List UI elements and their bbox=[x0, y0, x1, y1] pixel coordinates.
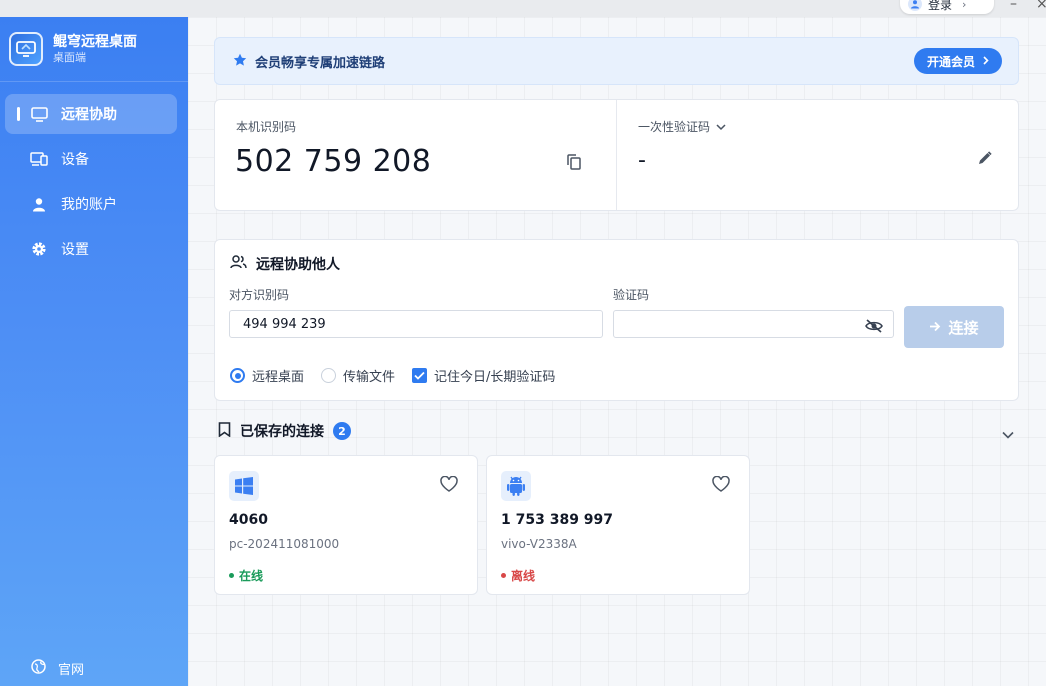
open-vip-button[interactable]: 开通会员 bbox=[913, 48, 1002, 74]
device-name: 1 753 389 997 bbox=[501, 512, 614, 528]
verify-code-label: 验证码 bbox=[613, 288, 650, 302]
otp-label: 一次性验证码 bbox=[638, 120, 711, 134]
connect-label: 连接 bbox=[948, 318, 979, 337]
sidebar-item-label: 我的账户 bbox=[61, 197, 117, 213]
saved-count-badge: 2 bbox=[333, 422, 351, 440]
local-id-value: 502 759 208 bbox=[235, 144, 432, 179]
bookmark-icon bbox=[218, 421, 231, 441]
website-label: 官网 bbox=[58, 663, 85, 678]
peer-id-label: 对方识别码 bbox=[229, 288, 290, 302]
remote-assist-card: 远程协助他人 对方识别码 494 994 239 验证码 连接 远程桌面 传输文 bbox=[214, 239, 1019, 401]
chevron-right-icon: › bbox=[962, 0, 967, 11]
local-id-card: 本机识别码 502 759 208 一次性验证码 - bbox=[214, 99, 1019, 211]
sidebar: 鲲穹远程桌面 桌面端 远程协助 设备 我的账户 设置 官网 bbox=[0, 17, 188, 686]
title-bar: 登录 › – × bbox=[0, 0, 1046, 17]
collapse-chevron-icon[interactable] bbox=[1002, 424, 1014, 443]
saved-device-card[interactable]: 1 753 389 997 vivo-V2338A 离线 bbox=[486, 455, 750, 595]
user-icon bbox=[30, 195, 48, 213]
device-name: 4060 bbox=[229, 512, 268, 528]
connect-button[interactable]: 连接 bbox=[904, 306, 1004, 348]
verify-code-input[interactable] bbox=[613, 310, 894, 338]
local-id-panel: 本机识别码 502 759 208 bbox=[215, 100, 617, 210]
saved-connections-heading: 已保存的连接 2 bbox=[218, 421, 351, 441]
sidebar-item-devices[interactable]: 设备 bbox=[5, 139, 177, 179]
sidebar-item-remote-assist[interactable]: 远程协助 bbox=[5, 94, 177, 134]
devices-icon bbox=[30, 150, 48, 168]
remote-desktop-radio[interactable] bbox=[230, 368, 245, 383]
otp-value: - bbox=[638, 148, 646, 173]
saved-device-card[interactable]: 4060 pc-202411081000 在线 bbox=[214, 455, 478, 595]
sidebar-nav: 远程协助 设备 我的账户 设置 bbox=[0, 94, 188, 269]
windows-icon bbox=[229, 471, 259, 501]
remote-assist-title: 远程协助他人 bbox=[256, 257, 340, 273]
star-icon bbox=[233, 52, 247, 71]
eye-off-icon[interactable] bbox=[865, 318, 883, 337]
device-status-label: 在线 bbox=[239, 569, 264, 583]
remote-assist-heading: 远程协助他人 bbox=[230, 254, 340, 274]
sidebar-item-label: 设备 bbox=[61, 152, 89, 168]
file-transfer-radio[interactable] bbox=[321, 368, 337, 383]
login-button[interactable]: 登录 › bbox=[900, 0, 994, 14]
device-status: 在线 bbox=[229, 567, 263, 584]
copy-icon[interactable] bbox=[567, 154, 581, 174]
close-button[interactable]: × bbox=[1036, 0, 1046, 12]
minimize-button[interactable]: – bbox=[1010, 0, 1017, 12]
chevron-down-icon bbox=[716, 120, 726, 134]
edit-icon[interactable] bbox=[977, 151, 992, 170]
website-link[interactable]: 官网 bbox=[31, 659, 84, 678]
peer-id-input[interactable]: 494 994 239 bbox=[229, 310, 603, 338]
saved-connections-title: 已保存的连接 bbox=[240, 424, 324, 440]
users-icon bbox=[230, 255, 247, 273]
device-host: vivo-V2338A bbox=[501, 537, 577, 551]
vip-text: 会员畅享专属加速链路 bbox=[255, 55, 386, 71]
brand: 鲲穹远程桌面 桌面端 bbox=[0, 17, 188, 82]
file-transfer-label: 传输文件 bbox=[343, 370, 396, 385]
local-id-label: 本机识别码 bbox=[236, 120, 297, 134]
monitor-icon bbox=[30, 105, 48, 123]
app-title: 鲲穹远程桌面 bbox=[53, 34, 137, 50]
main-content: 会员畅享专属加速链路 开通会员 本机识别码 502 759 208 一次性验证码… bbox=[188, 17, 1046, 686]
android-icon bbox=[501, 471, 531, 501]
sidebar-item-settings[interactable]: 设置 bbox=[5, 229, 177, 269]
login-label: 登录 bbox=[928, 0, 953, 12]
heart-icon[interactable] bbox=[712, 475, 730, 496]
remote-desktop-label: 远程桌面 bbox=[252, 370, 305, 385]
sidebar-item-label: 设置 bbox=[61, 242, 89, 258]
remote-desktop-option[interactable]: 远程桌面 bbox=[230, 366, 304, 385]
status-dot bbox=[501, 573, 506, 578]
app-subtitle: 桌面端 bbox=[53, 51, 86, 64]
device-status: 离线 bbox=[501, 567, 535, 584]
remember-code-label: 记住今日/长期验证码 bbox=[434, 370, 556, 385]
remember-code-checkbox[interactable] bbox=[412, 368, 428, 383]
arrow-right-icon bbox=[929, 318, 941, 336]
status-dot bbox=[229, 573, 234, 578]
remember-code-option[interactable]: 记住今日/长期验证码 bbox=[412, 366, 555, 385]
user-avatar-icon bbox=[908, 0, 922, 11]
file-transfer-option[interactable]: 传输文件 bbox=[321, 366, 395, 385]
device-status-label: 离线 bbox=[511, 569, 536, 583]
device-host: pc-202411081000 bbox=[229, 537, 340, 551]
gear-icon bbox=[30, 240, 48, 258]
otp-dropdown[interactable]: 一次性验证码 bbox=[638, 118, 726, 135]
connect-options: 远程桌面 传输文件 记住今日/长期验证码 bbox=[230, 366, 572, 385]
vip-banner: 会员畅享专属加速链路 开通会员 bbox=[214, 37, 1019, 85]
app-logo-icon bbox=[9, 32, 43, 66]
sidebar-item-account[interactable]: 我的账户 bbox=[5, 184, 177, 224]
chevron-right-icon bbox=[983, 54, 989, 68]
sidebar-item-label: 远程协助 bbox=[61, 107, 117, 123]
open-vip-label: 开通会员 bbox=[926, 54, 975, 69]
heart-icon[interactable] bbox=[440, 475, 458, 496]
globe-icon bbox=[31, 659, 46, 678]
